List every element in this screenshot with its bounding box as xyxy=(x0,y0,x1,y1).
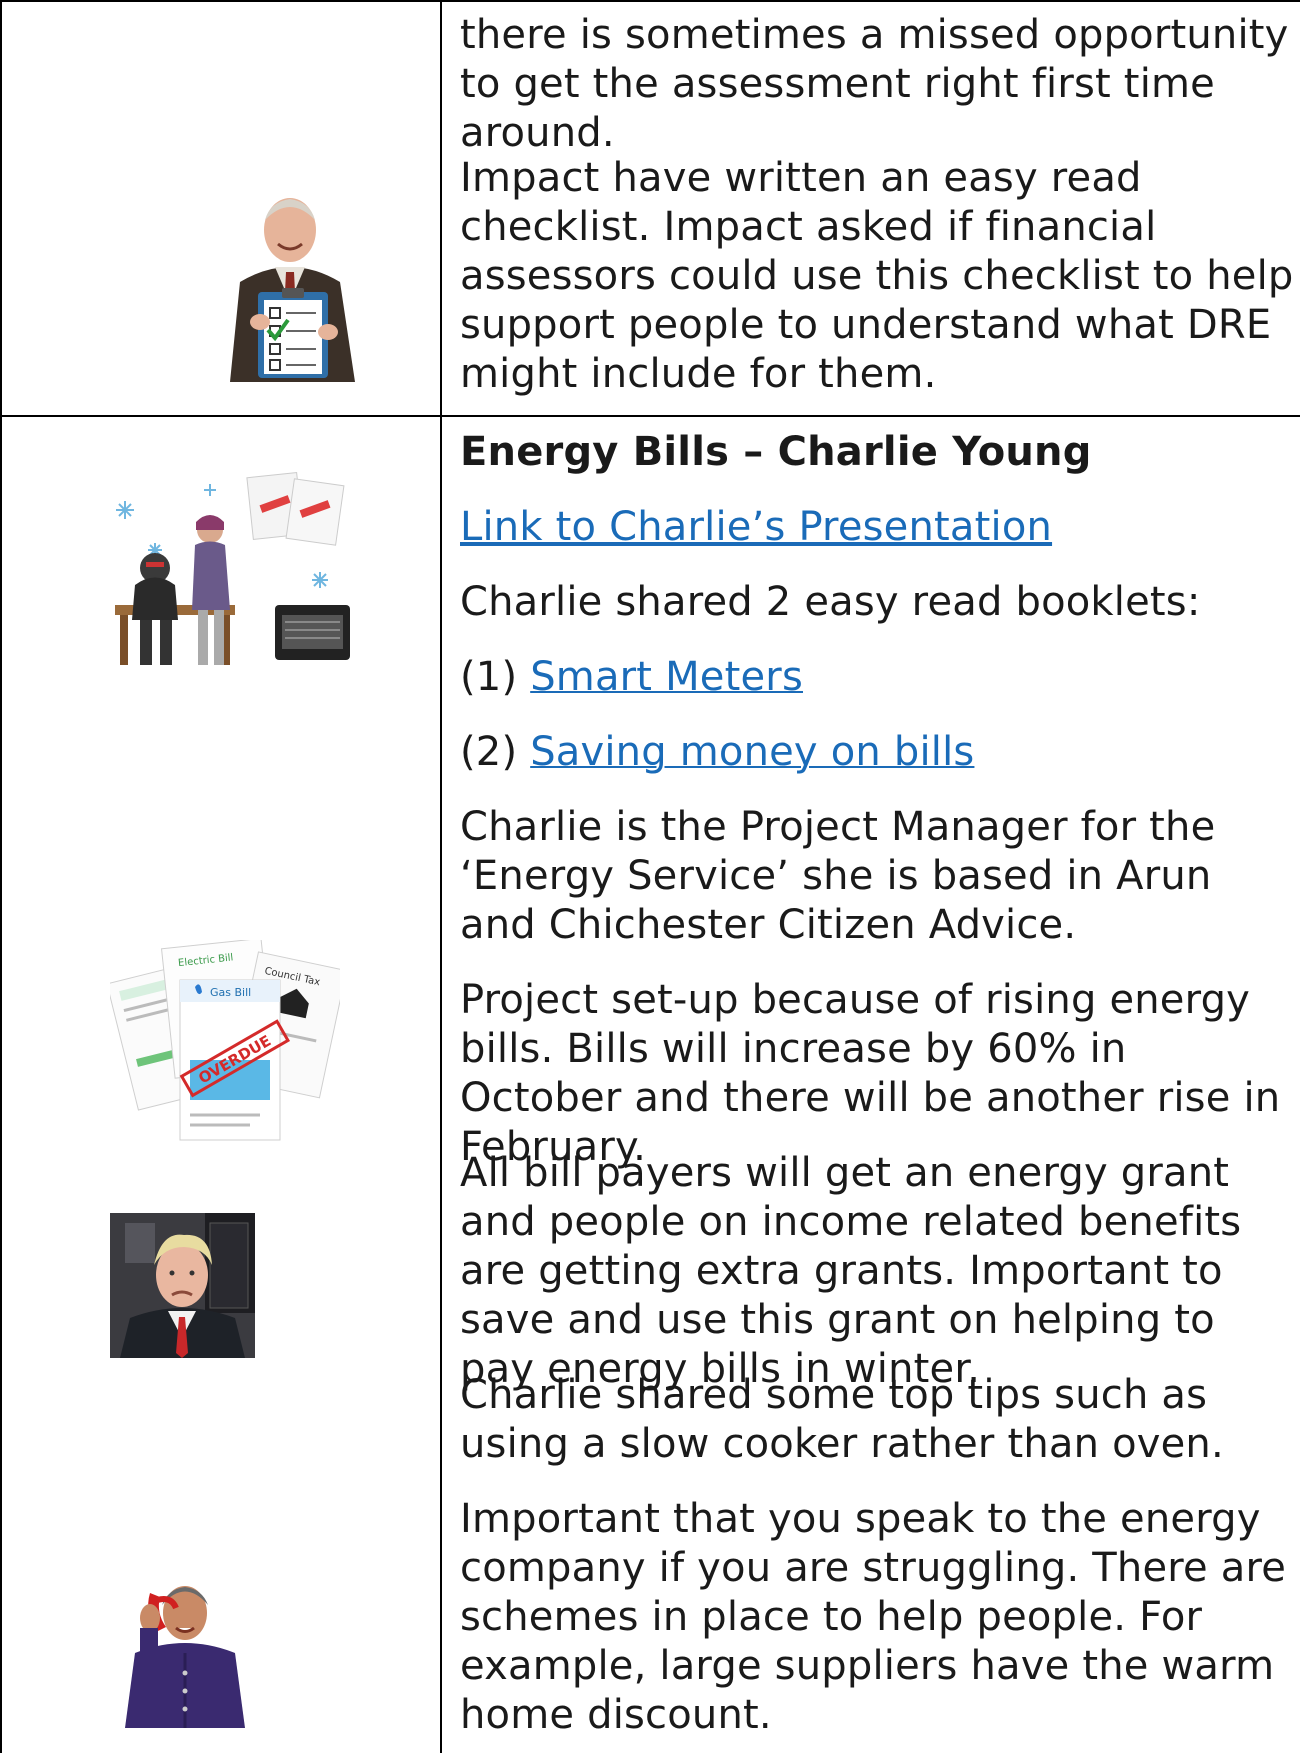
overdue-bills-image: Electric Bill Council Tax Gas Bill OVERD… xyxy=(110,940,340,1150)
charlie-presentation-link[interactable]: Link to Charlie’s Presentation xyxy=(460,504,1052,550)
row1-paragraph-checklist: Impact have written an easy read checkli… xyxy=(460,155,1294,397)
booklet-1-number: (1) xyxy=(460,654,531,700)
woman-on-phone-image xyxy=(110,1573,260,1728)
booklet-item-1: (1) Smart Meters xyxy=(460,653,1300,702)
energy-bills-heading: Energy Bills – Charlie Young xyxy=(460,429,1092,475)
table-border-top xyxy=(0,0,1300,2)
table-border-left xyxy=(0,0,2,1753)
energy-grant-paragraph: All bill payers will get an energy grant… xyxy=(460,1150,1242,1392)
speak-to-company-paragraph: Important that you speak to the energy c… xyxy=(460,1496,1287,1738)
booklets-intro: Charlie shared 2 easy read booklets: xyxy=(460,579,1201,625)
table-column-divider xyxy=(440,0,442,1753)
project-manager-paragraph: Charlie is the Project Manager for the ‘… xyxy=(460,804,1216,948)
booklet-2-number: (2) xyxy=(460,729,531,775)
row1-paragraph-missed-opportunity: there is sometimes a missed opportunity … xyxy=(460,12,1289,156)
cold-people-heater-image xyxy=(100,470,360,675)
top-tips-paragraph: Charlie shared some top tips such as usi… xyxy=(460,1372,1224,1467)
rising-bills-paragraph: Project set-up because of rising energy … xyxy=(460,977,1281,1170)
table-row-divider xyxy=(0,415,1300,417)
man-with-checklist-image xyxy=(210,172,370,382)
booklet-item-2: (2) Saving money on bills xyxy=(460,728,1300,777)
saving-money-link[interactable]: Saving money on bills xyxy=(530,729,974,775)
gas-bill-label: Gas Bill xyxy=(210,986,251,999)
man-in-suit-image xyxy=(110,1213,255,1358)
presentation-link-line: Link to Charlie’s Presentation xyxy=(460,503,1300,552)
smart-meters-link[interactable]: Smart Meters xyxy=(530,654,803,700)
